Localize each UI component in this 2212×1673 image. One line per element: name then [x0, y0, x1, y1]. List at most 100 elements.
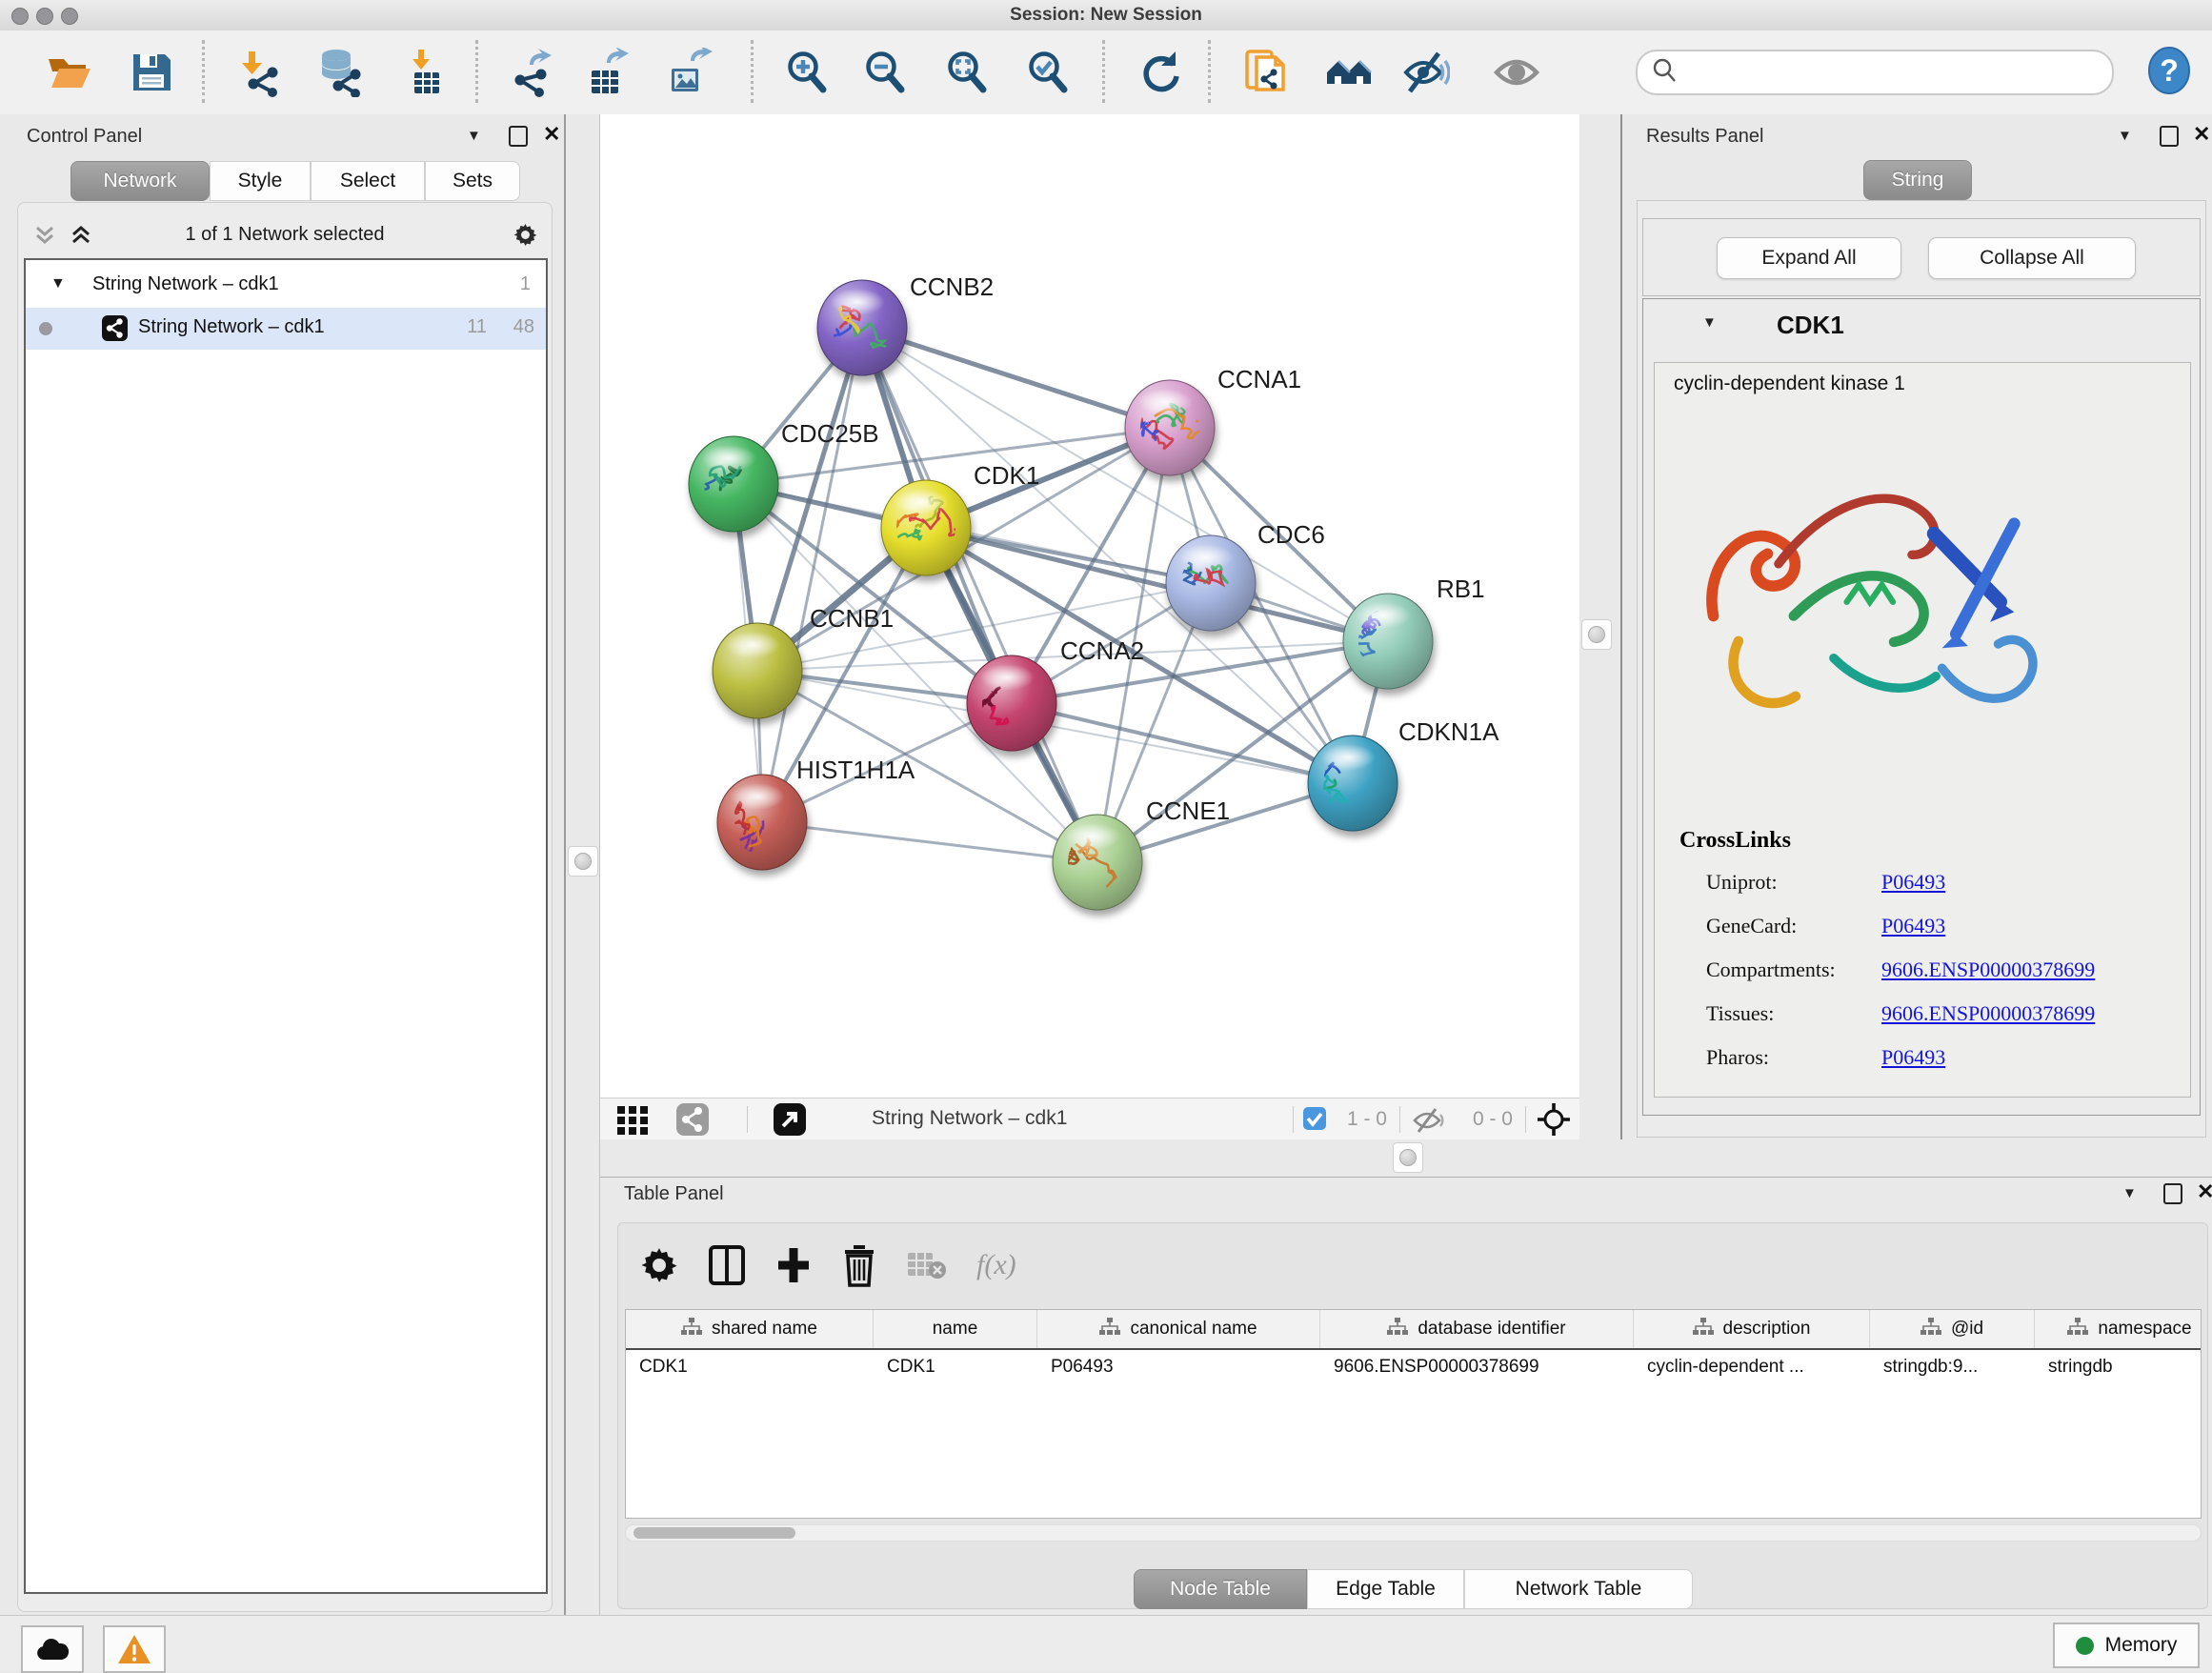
crosslink-link[interactable]: P06493: [1881, 914, 1945, 938]
column-header-canonical-name[interactable]: canonical name: [1037, 1310, 1320, 1348]
table-row[interactable]: CDK1CDK1P064939606.ENSP00000378699cyclin…: [626, 1350, 2201, 1384]
node-table[interactable]: shared namenamecanonical namedatabase id…: [625, 1309, 2202, 1519]
node-CDC6[interactable]: [1166, 535, 1256, 631]
tab-network[interactable]: Network: [70, 161, 210, 201]
results-panel-close-icon[interactable]: ✕: [2193, 122, 2210, 147]
table-panel-collapse-icon[interactable]: ▼: [2122, 1185, 2137, 1201]
cell-shared-name[interactable]: CDK1: [626, 1350, 874, 1384]
scrollbar-thumb[interactable]: [633, 1527, 795, 1539]
show-columns-icon[interactable]: [708, 1244, 746, 1286]
save-session-icon[interactable]: [127, 48, 176, 97]
tab-select[interactable]: Select: [311, 161, 425, 201]
cell-database-identifier[interactable]: 9606.ENSP00000378699: [1320, 1350, 1634, 1384]
protein-section-collapse-icon[interactable]: ▼: [1702, 314, 1717, 331]
export-network-icon[interactable]: [505, 48, 554, 97]
node-CCNB2[interactable]: [800, 280, 907, 375]
table-panel-splitter[interactable]: [600, 1139, 2212, 1177]
results-panel-collapse-icon[interactable]: ▼: [2118, 128, 2132, 144]
gear-icon[interactable]: [513, 222, 538, 248]
splitter-grip[interactable]: [1393, 1142, 1423, 1173]
warnings-button[interactable]: [103, 1625, 166, 1673]
first-neighbors-icon[interactable]: [1324, 48, 1374, 97]
column-header-description[interactable]: description: [1634, 1310, 1870, 1348]
edge-CCNB2-CCNA1[interactable]: [862, 328, 1170, 428]
column-header-shared-name[interactable]: shared name: [626, 1310, 874, 1348]
column-header-database-identifier[interactable]: database identifier: [1320, 1310, 1634, 1348]
cell-name[interactable]: CDK1: [874, 1350, 1037, 1384]
table-panel-close-icon[interactable]: ✕: [2197, 1179, 2212, 1204]
edge-HIST1H1A-CCNE1[interactable]: [762, 822, 1097, 862]
splitter-grip[interactable]: [568, 846, 598, 877]
tab-node-table[interactable]: Node Table: [1134, 1569, 1307, 1609]
collapse-all-button[interactable]: Collapse All: [1928, 237, 2136, 279]
search-box[interactable]: [1636, 50, 2114, 95]
node-HIST1H1A[interactable]: [717, 775, 807, 870]
results-panel-float-icon[interactable]: [2160, 126, 2179, 147]
node-RB1[interactable]: [1343, 584, 1433, 689]
hide-selected-icon[interactable]: [1400, 48, 1450, 97]
zoom-fit-icon[interactable]: [942, 48, 992, 97]
search-input[interactable]: [1687, 54, 2101, 89]
memory-button[interactable]: Memory: [2053, 1623, 2200, 1668]
tab-network-table[interactable]: Network Table: [1464, 1569, 1693, 1609]
selected-checkbox-icon[interactable]: [1303, 1107, 1326, 1130]
network-collection-row[interactable]: ▼ String Network – cdk1 1: [26, 264, 546, 308]
node-CDC25B[interactable]: [675, 436, 778, 532]
zoom-out-icon[interactable]: [860, 48, 910, 97]
cell-description[interactable]: cyclin-dependent ...: [1634, 1350, 1870, 1384]
cell--id[interactable]: stringdb:9...: [1870, 1350, 2035, 1384]
network-view[interactable]: CCNB2CCNA1CDC25BCDK1CDC6RB1CCNB1CCNA2CDK…: [600, 114, 1579, 1139]
zoom-in-icon[interactable]: [782, 48, 832, 97]
import-table-file-icon[interactable]: [401, 48, 451, 97]
control-panel-close-icon[interactable]: ✕: [543, 122, 560, 147]
column-header-namespace[interactable]: namespace: [2035, 1310, 2202, 1348]
network-canvas[interactable]: CCNB2CCNA1CDC25BCDK1CDC6RB1CCNB1CCNA2CDK…: [600, 114, 1579, 1098]
column-header-name[interactable]: name: [874, 1310, 1037, 1348]
export-table-icon[interactable]: [582, 48, 632, 97]
tab-edge-table[interactable]: Edge Table: [1307, 1569, 1464, 1609]
network-row-selected[interactable]: String Network – cdk1 11 48: [26, 308, 546, 350]
cell-canonical-name[interactable]: P06493: [1037, 1350, 1320, 1384]
tree-expander-icon[interactable]: ▼: [50, 275, 66, 292]
crosslink-link[interactable]: P06493: [1881, 870, 1945, 895]
control-panel-float-icon[interactable]: [509, 126, 528, 147]
string-view-icon[interactable]: [676, 1103, 709, 1136]
help-icon[interactable]: ?: [2145, 46, 2195, 95]
node-CCNE1[interactable]: [1053, 815, 1142, 910]
table-settings-gear-icon[interactable]: [639, 1245, 679, 1285]
node-CDKN1A[interactable]: [1286, 736, 1398, 831]
tab-style[interactable]: Style: [210, 161, 311, 201]
edge-CDC25B-CDC6[interactable]: [734, 484, 1211, 583]
refresh-icon[interactable]: [1136, 48, 1185, 97]
expand-all-button[interactable]: Expand All: [1717, 237, 1901, 279]
zoom-selected-icon[interactable]: [1023, 48, 1073, 97]
table-horizontal-scrollbar[interactable]: [625, 1524, 2202, 1542]
crosslink-link[interactable]: P06493: [1881, 1045, 1945, 1070]
edge-CCNA2-CDKN1A[interactable]: [1012, 703, 1353, 783]
birdseye-crosshair-icon[interactable]: [1536, 1101, 1572, 1138]
control-panel-collapse-icon[interactable]: ▼: [467, 128, 481, 144]
tab-sets[interactable]: Sets: [425, 161, 520, 201]
node-CCNB1[interactable]: [713, 623, 802, 718]
cloud-button[interactable]: [21, 1625, 84, 1673]
show-all-eye-icon[interactable]: [1492, 48, 1541, 97]
splitter-grip[interactable]: [1581, 619, 1612, 650]
grid-view-icon[interactable]: [615, 1104, 654, 1135]
tab-string[interactable]: String: [1863, 160, 1972, 200]
import-network-file-icon[interactable]: [234, 48, 284, 97]
cell-namespace[interactable]: stringdb: [2035, 1350, 2202, 1384]
import-network-database-icon[interactable]: [315, 48, 365, 97]
export-image-icon[interactable]: [664, 48, 714, 97]
control-panel-splitter[interactable]: [566, 114, 600, 1615]
node-CDK1[interactable]: [881, 480, 971, 575]
open-session-icon[interactable]: [44, 48, 93, 97]
create-column-plus-icon[interactable]: [774, 1244, 813, 1286]
delete-column-trash-icon[interactable]: [841, 1243, 877, 1287]
crosslink-link[interactable]: 9606.ENSP00000378699: [1881, 957, 2095, 982]
duplicate-network-icon[interactable]: [1241, 48, 1291, 97]
node-CCNA2[interactable]: [967, 655, 1056, 751]
node-CCNA1[interactable]: [1125, 380, 1215, 475]
results-panel-splitter[interactable]: [1579, 114, 1622, 1139]
table-panel-float-icon[interactable]: [2163, 1183, 2182, 1204]
column-header--id[interactable]: @id: [1870, 1310, 2035, 1348]
